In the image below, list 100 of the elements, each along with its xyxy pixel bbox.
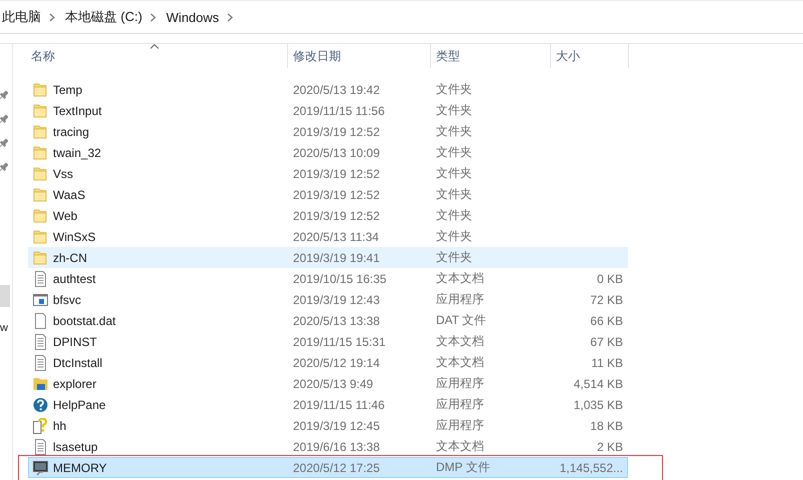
window-icon — [33, 292, 48, 308]
folder-icon — [33, 228, 48, 244]
file-row[interactable]: DtcInstall 2020/5/12 19:14 文本文档 11 KB — [28, 352, 628, 373]
folder-icon — [33, 82, 48, 98]
type-cell-text: 文件夹 — [435, 207, 473, 224]
chevron-icon — [49, 12, 55, 22]
date-cell-text: 2019/3/19 12:45 — [292, 418, 381, 432]
document-icon — [33, 334, 48, 350]
date-cell-text: 2019/3/19 12:52 — [292, 188, 381, 202]
date-cell-text: 2019/3/19 12:52 — [292, 124, 381, 138]
column-header[interactable]: 类型 — [430, 44, 550, 68]
file-name: HelpPane — [53, 398, 106, 412]
type-cell-text: 文件夹 — [435, 102, 473, 119]
type-cell-text: DAT 文件 — [435, 312, 488, 329]
column-header[interactable]: 大小 — [550, 44, 629, 68]
file-row[interactable]: lsasetup 2019/6/16 13:38 文本文档 2 KB — [28, 436, 628, 457]
help-icon — [33, 396, 48, 412]
file-name: Vss — [53, 166, 74, 180]
date-cell-text: 2019/3/19 12:52 — [292, 208, 381, 222]
document-icon — [33, 354, 48, 370]
file-row[interactable]: tracing 2019/3/19 12:52 文件夹 — [28, 121, 628, 142]
type-cell-text: 文本文档 — [435, 354, 485, 371]
file-row[interactable]: Vss 2019/3/19 12:52 文件夹 — [28, 163, 628, 184]
file-name: bfsvc — [53, 292, 82, 306]
file-name: WaaS — [53, 188, 86, 202]
date-cell-text: 2020/5/13 10:09 — [292, 146, 381, 160]
file-row[interactable]: bootstat.dat 2020/5/13 13:38 DAT 文件 66 KB — [28, 310, 628, 331]
type-cell-text: 文本文档 — [435, 270, 485, 287]
date-cell-text: 2019/3/19 19:41 — [292, 250, 381, 264]
column-header[interactable]: 修改日期 — [287, 44, 430, 68]
file-name: hh — [53, 418, 66, 432]
chevron-icon — [150, 12, 156, 22]
file-name: lsasetup — [53, 440, 98, 454]
size-cell-text: 67 KB — [589, 334, 624, 348]
chevron-icon — [227, 12, 234, 22]
file-row[interactable]: Web 2019/3/19 12:52 文件夹 — [28, 205, 628, 226]
date-cell-text: 2019/3/19 12:43 — [292, 292, 381, 306]
monitor-icon — [33, 460, 48, 476]
file-row[interactable]: MEMORY 2020/5/12 17:25 DMP 文件 1,145,552... — [28, 457, 628, 478]
file-name: MEMORY — [53, 460, 107, 474]
file-name: TextInput — [53, 104, 102, 118]
date-cell-text: 2020/5/13 9:49 — [292, 376, 374, 390]
nav-item[interactable] — [0, 285, 10, 307]
file-name: zh-CN — [53, 250, 88, 264]
type-cell-text: 应用程序 — [435, 291, 485, 308]
date-cell-text: 2020/5/13 19:42 — [292, 82, 381, 96]
file-row[interactable]: authtest 2019/10/15 16:35 文本文档 0 KB — [28, 268, 628, 289]
file-name: DPINST — [53, 334, 98, 348]
breadcrumb-item[interactable]: Windows — [166, 10, 220, 24]
type-cell-text: 文件夹 — [435, 81, 473, 98]
folder-icon — [33, 102, 48, 118]
folder-icon — [33, 250, 48, 266]
nav-item[interactable]: w — [0, 319, 12, 337]
size-cell-text: 66 KB — [589, 314, 624, 328]
file-name: Temp — [53, 82, 82, 96]
size-cell-text: 11 KB — [590, 356, 624, 370]
pin-icon — [0, 115, 8, 123]
date-cell-text: 2019/10/15 16:35 — [292, 272, 388, 286]
file-row[interactable]: WinSxS 2020/5/13 11:34 文件夹 — [28, 226, 628, 247]
date-cell-text: 2020/5/12 19:14 — [292, 356, 381, 370]
type-cell-text: 文件夹 — [435, 144, 473, 161]
file-name: explorer — [53, 376, 96, 390]
size-cell-text: 18 KB — [589, 418, 624, 432]
pin-icon — [0, 163, 8, 171]
size-cell-text: 0 KB — [596, 272, 624, 286]
type-cell-text: 应用程序 — [435, 417, 485, 434]
file-row[interactable]: zh-CN 2019/3/19 19:41 文件夹 — [28, 247, 628, 268]
folder-icon — [33, 208, 48, 224]
document-icon — [33, 438, 48, 454]
type-cell-text: 文件夹 — [435, 249, 473, 266]
breadcrumb-item[interactable]: 此电脑 — [2, 8, 41, 26]
size-cell-text: 72 KB — [589, 292, 624, 306]
file-row[interactable]: hh 2019/3/19 12:45 应用程序 18 KB — [28, 415, 628, 436]
blank-file-icon — [33, 312, 48, 328]
type-cell-text: 文件夹 — [435, 186, 473, 203]
type-cell-text: 文件夹 — [435, 228, 473, 245]
date-cell-text: 2019/11/15 15:31 — [292, 334, 387, 348]
file-row[interactable]: twain_32 2020/5/13 10:09 文件夹 — [28, 142, 628, 163]
file-row[interactable]: explorer 2020/5/13 9:49 应用程序 4,514 KB — [28, 373, 628, 394]
document-icon — [33, 270, 48, 286]
file-row[interactable]: DPINST 2019/11/15 15:31 文本文档 67 KB — [28, 331, 628, 352]
file-name: authtest — [53, 272, 96, 286]
file-row[interactable]: bfsvc 2019/3/19 12:43 应用程序 72 KB — [28, 289, 628, 310]
file-name: twain_32 — [53, 146, 102, 160]
file-row[interactable]: WaaS 2019/3/19 12:52 文件夹 — [28, 184, 628, 205]
file-row[interactable]: HelpPane 2019/11/15 11:46 应用程序 1,035 KB — [28, 394, 628, 415]
date-cell-text: 2019/11/15 11:46 — [292, 398, 386, 412]
breadcrumb-item[interactable]: 本地磁盘 (C:) — [65, 8, 142, 26]
file-row[interactable]: Temp 2020/5/13 19:42 文件夹 — [28, 79, 628, 100]
file-name: Web — [53, 208, 78, 222]
document-question-icon — [33, 418, 48, 434]
date-cell-text: 2020/5/13 13:38 — [292, 314, 381, 328]
type-cell-text: DMP 文件 — [435, 459, 491, 476]
folder-icon — [33, 144, 48, 160]
pin-icon — [0, 91, 8, 99]
pin-icon — [0, 139, 8, 147]
type-cell-text: 文本文档 — [435, 438, 485, 455]
file-row[interactable]: TextInput 2019/11/15 11:56 文件夹 — [28, 100, 628, 121]
file-name: tracing — [53, 124, 90, 138]
column-header[interactable]: 名称 — [28, 44, 287, 68]
